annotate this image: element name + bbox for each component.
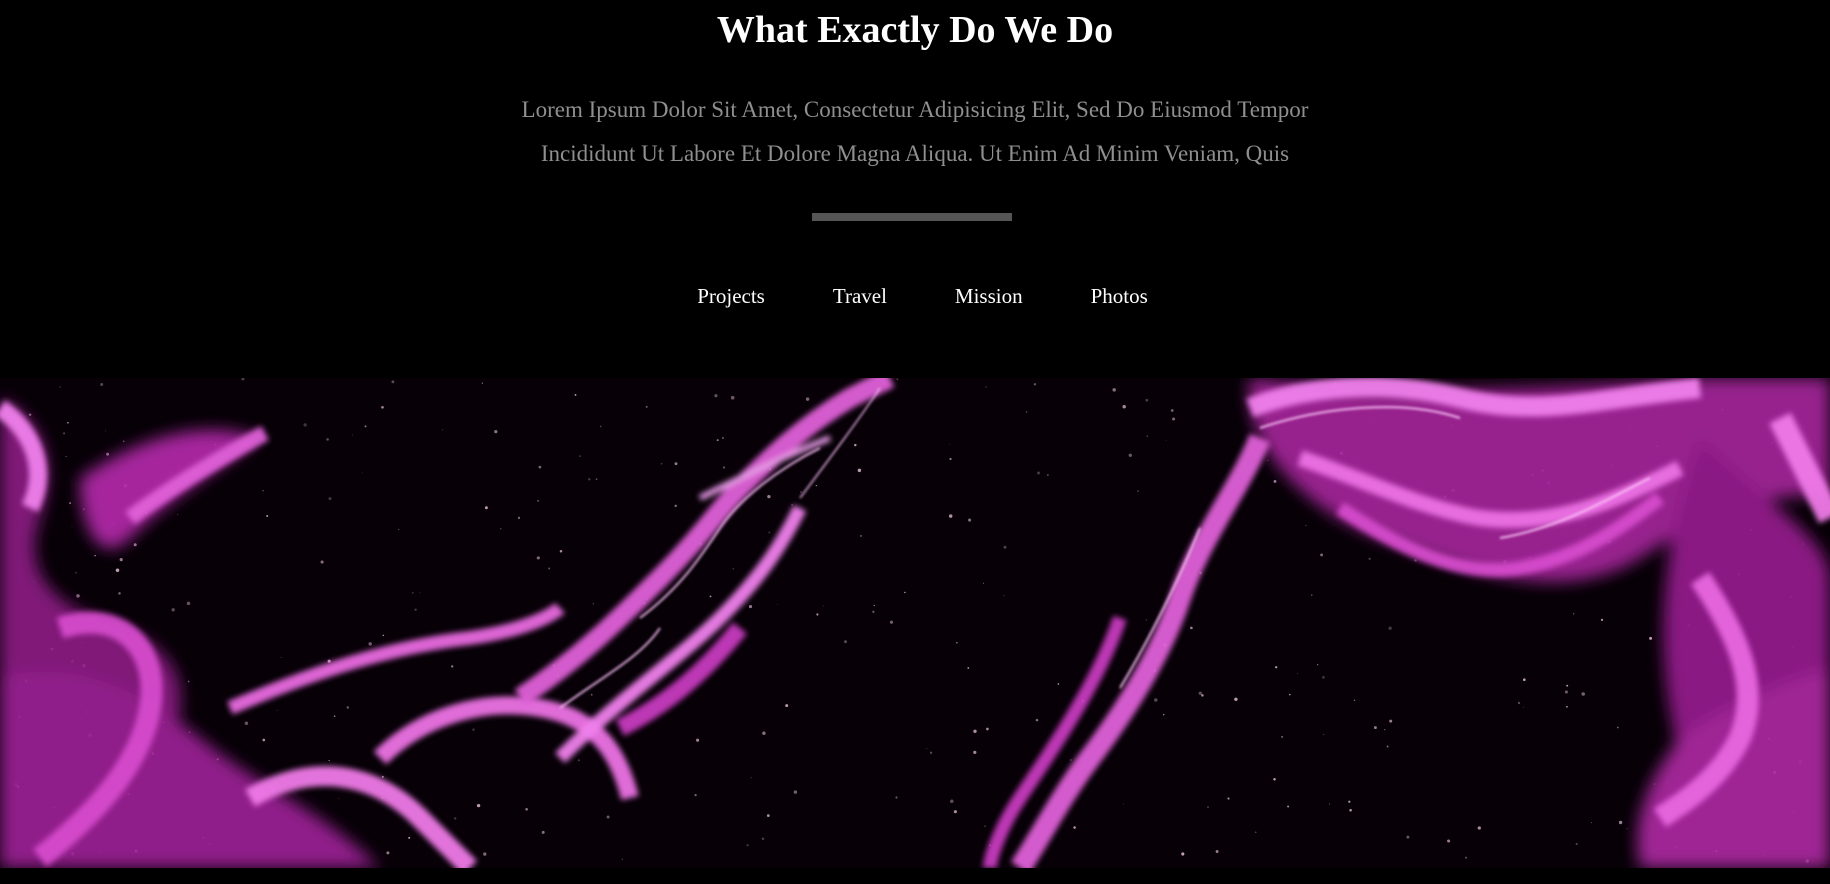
intro-line-2: Incididunt Ut Labore Et Dolore Magna Ali… [540,141,1290,166]
section-title: What Exactly Do We Do [716,9,1114,51]
page: What Exactly Do We Do Lorem Ipsum Dolor … [0,0,1830,884]
nav-item-mission[interactable]: Mission [955,279,1023,313]
nav-item-photos[interactable]: Photos [1091,279,1148,313]
hero-image [0,378,1830,868]
section-intro: Lorem Ipsum Dolor Sit Amet, Consectetur … [0,88,1830,176]
nav-item-travel[interactable]: Travel [833,279,887,313]
pink-smoke-image [0,378,1830,868]
intro-line-1: Lorem Ipsum Dolor Sit Amet, Consectetur … [521,97,1309,122]
nav-item-projects[interactable]: Projects [697,279,765,313]
category-nav: Projects Travel Mission Photos [0,279,1830,313]
divider-bar [812,213,1012,221]
